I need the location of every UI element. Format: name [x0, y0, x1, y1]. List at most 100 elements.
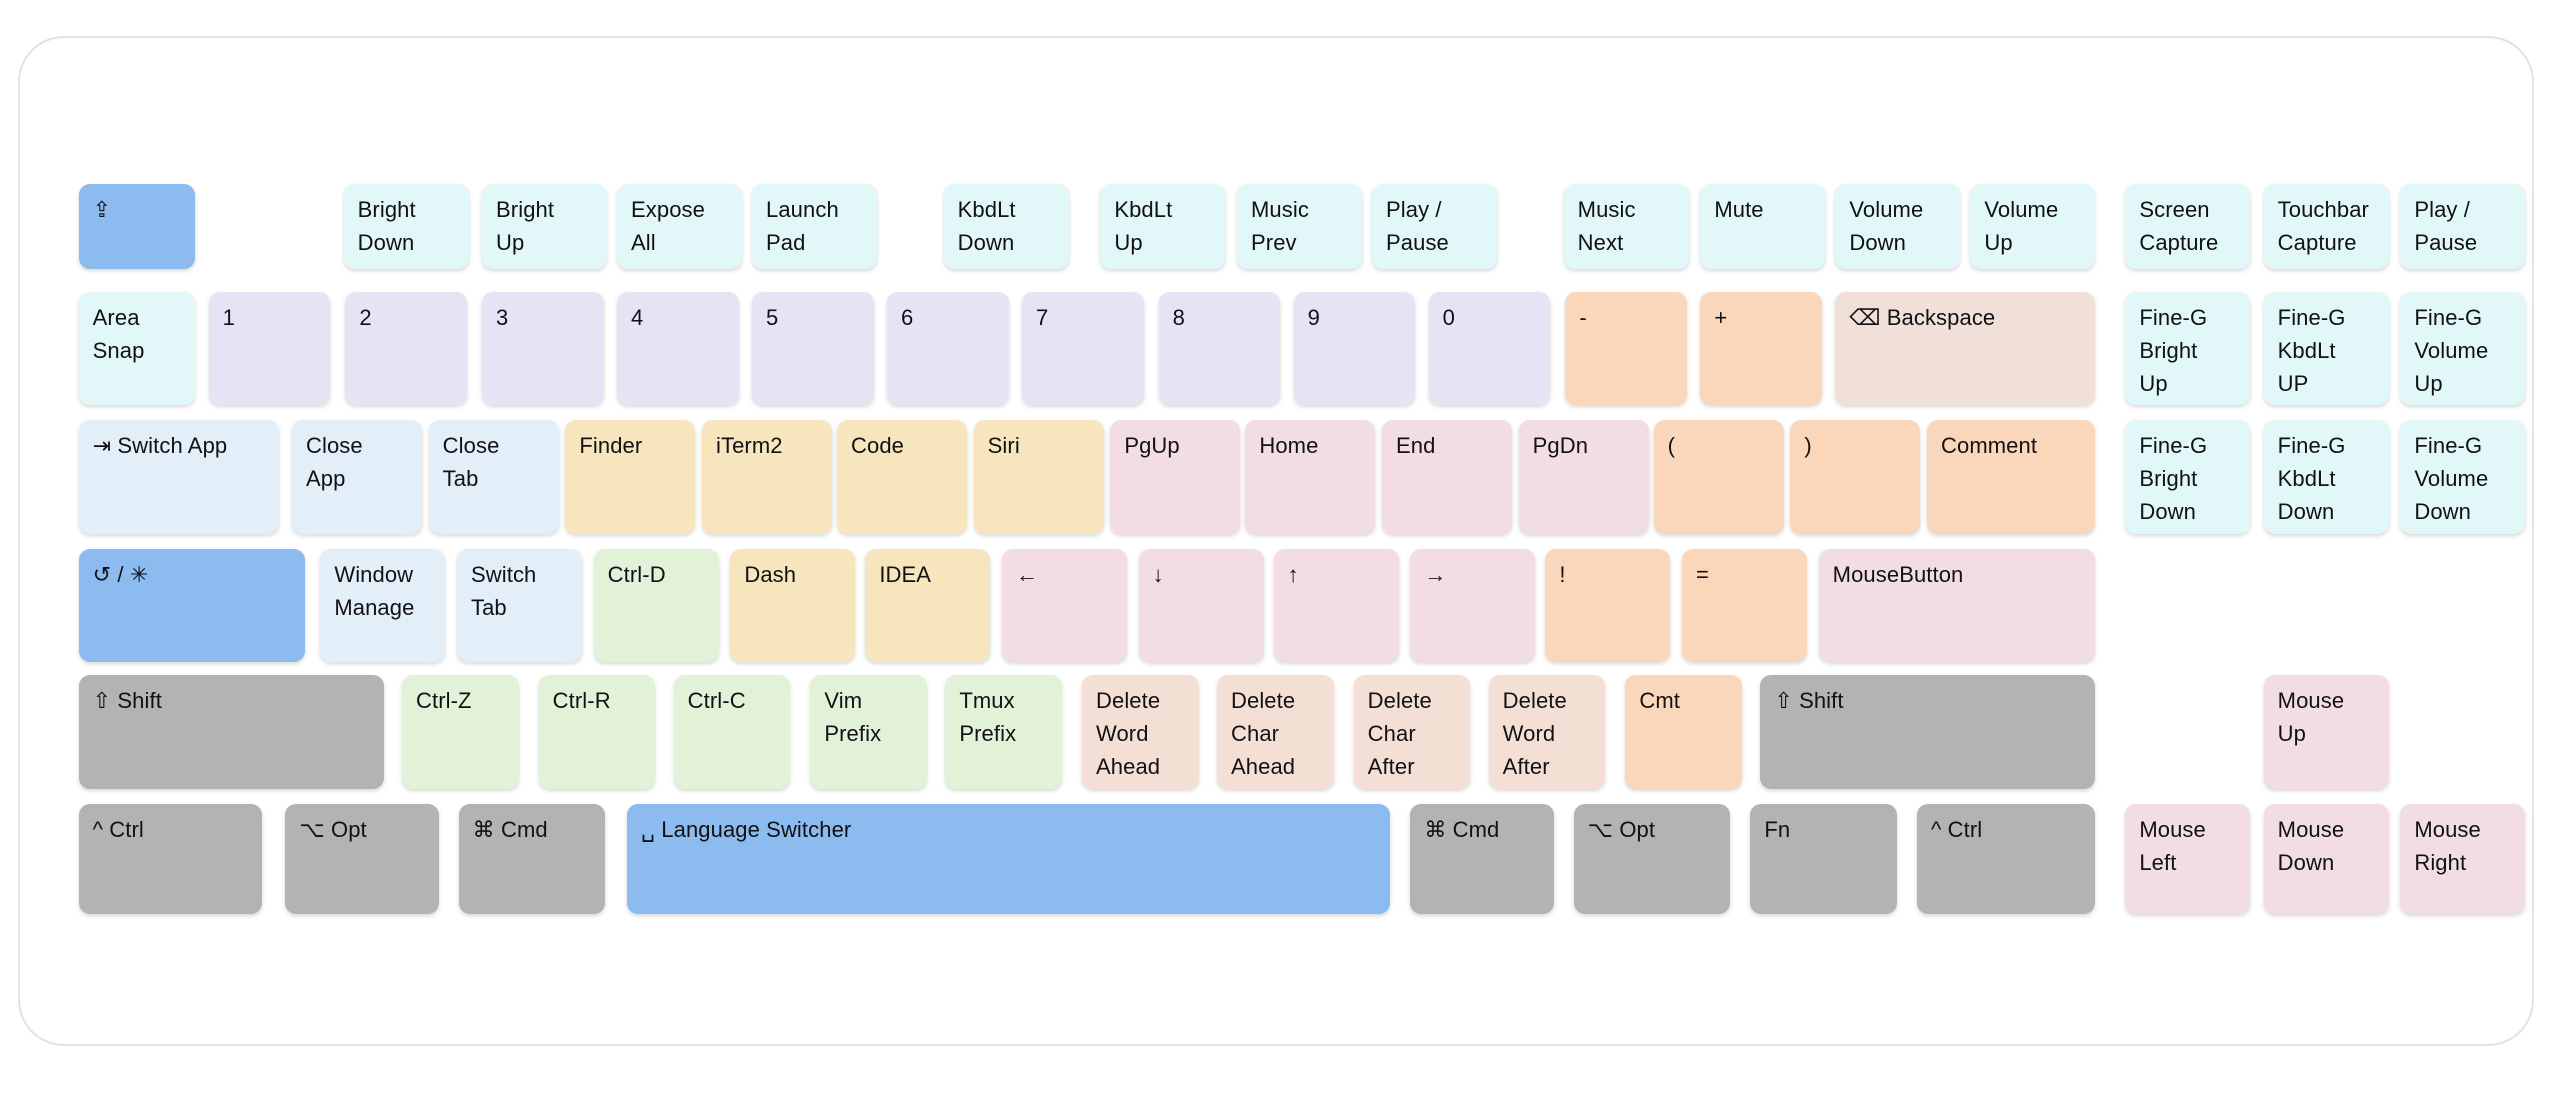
key-label: End — [1396, 433, 1436, 459]
key-ctrl-d[interactable]: Ctrl-D — [593, 548, 719, 662]
key-close-tab[interactable]: Close Tab — [428, 420, 559, 534]
key-area-snap[interactable]: Area Snap — [78, 292, 196, 406]
key-delete-word-ahead[interactable]: Delete Word Ahead — [1082, 675, 1199, 789]
key-mouse-up[interactable]: Mouse Up — [2263, 675, 2389, 789]
key-9[interactable]: 9 — [1293, 292, 1416, 406]
key-cmt[interactable]: Cmt — [1625, 675, 1742, 789]
key-label: ⇪ — [92, 196, 112, 222]
key-volume-up[interactable]: Volume Up — [1970, 183, 2096, 269]
key-play-pause-right[interactable]: Play / Pause — [2400, 183, 2526, 269]
key-label: Play / Pause — [2414, 196, 2478, 255]
key-label: ⌥ Opt — [1587, 816, 1656, 842]
key-delete-char-ahead[interactable]: Delete Char Ahead — [1217, 675, 1334, 789]
key-fn[interactable]: Fn — [1750, 803, 1897, 914]
key-end[interactable]: End — [1382, 420, 1512, 534]
key-shift-right[interactable]: ⇧ Shift — [1760, 675, 2096, 789]
key-mute[interactable]: Mute — [1700, 183, 1826, 269]
key-iterm2[interactable]: iTerm2 — [702, 420, 832, 534]
key-mouse-right[interactable]: Mouse Right — [2400, 803, 2526, 914]
key-siri[interactable]: Siri — [973, 420, 1104, 534]
key-delete-word-after[interactable]: Delete Word After — [1488, 675, 1606, 789]
key-opt-left[interactable]: ⌥ Opt — [285, 803, 439, 914]
key-volume-down[interactable]: Volume Down — [1835, 183, 1961, 269]
key-mouse-left[interactable]: Mouse Left — [2125, 803, 2251, 914]
key-4[interactable]: 4 — [617, 292, 739, 406]
key-ctrl-z[interactable]: Ctrl-Z — [402, 675, 519, 789]
key-shift-left[interactable]: ⇧ Shift — [78, 675, 384, 789]
key-equals[interactable]: = — [1682, 548, 1807, 662]
key-tmux-prefix[interactable]: Tmux Prefix — [945, 675, 1062, 789]
key-2[interactable]: 2 — [345, 292, 467, 406]
key-touchbar-capture[interactable]: Touchbar Capture — [2263, 183, 2389, 269]
key-paren-open[interactable]: ( — [1653, 420, 1784, 534]
key-close-app[interactable]: Close App — [292, 420, 422, 534]
key-ctrl-right[interactable]: ^ Ctrl — [1917, 803, 2096, 914]
key-label: IDEA — [879, 561, 932, 587]
key-fine-g-bright-down[interactable]: Fine-G Bright Down — [2125, 420, 2251, 534]
key-cmd-right[interactable]: ⌘ Cmd — [1410, 803, 1554, 914]
key-arrow-right[interactable]: → — [1410, 548, 1536, 662]
key-finder[interactable]: Finder — [565, 420, 696, 534]
key-switch-tab[interactable]: Switch Tab — [457, 548, 582, 662]
key-code[interactable]: Code — [837, 420, 967, 534]
key-1[interactable]: 1 — [208, 292, 331, 406]
key-kbdlt-down[interactable]: KbdLt Down — [943, 183, 1069, 269]
key-screen-capture[interactable]: Screen Capture — [2125, 183, 2251, 269]
key-music-next[interactable]: Music Next — [1563, 183, 1689, 269]
key-bright-up[interactable]: Bright Up — [482, 183, 607, 269]
key-3[interactable]: 3 — [482, 292, 604, 406]
key-caps-lock[interactable]: ⇪ — [78, 183, 196, 269]
key-arrow-left[interactable]: ← — [1002, 548, 1127, 662]
key-label: Delete Char Ahead — [1231, 688, 1296, 780]
key-5[interactable]: 5 — [752, 292, 874, 406]
key-idea[interactable]: IDEA — [865, 548, 991, 662]
key-kbdlt-up[interactable]: KbdLt Up — [1100, 183, 1226, 269]
key-fine-g-volume-down[interactable]: Fine-G Volume Down — [2400, 420, 2526, 534]
key-label: ) — [1804, 433, 1812, 459]
key-backspace[interactable]: ⌫ Backspace — [1835, 292, 2096, 406]
key-ctrl-r[interactable]: Ctrl-R — [538, 675, 656, 789]
key-opt-right[interactable]: ⌥ Opt — [1573, 803, 1731, 914]
key-plus[interactable]: + — [1700, 292, 1822, 406]
key-fine-g-kbdlt-up[interactable]: Fine-G KbdLt UP — [2263, 292, 2389, 406]
key-bright-down[interactable]: Bright Down — [343, 183, 469, 269]
key-music-prev[interactable]: Music Prev — [1237, 183, 1362, 269]
key-label: Fine-G KbdLt Down — [2277, 433, 2346, 525]
key-exclamation[interactable]: ! — [1545, 548, 1671, 662]
key-pgdn[interactable]: PgDn — [1518, 420, 1649, 534]
key-label: ⌥ Opt — [299, 816, 367, 842]
key-dash[interactable]: Dash — [730, 548, 856, 662]
key-7[interactable]: 7 — [1022, 292, 1144, 406]
key-delete-char-after[interactable]: Delete Char After — [1353, 675, 1471, 789]
key-cmd-left[interactable]: ⌘ Cmd — [458, 803, 606, 914]
key-label: ← — [1016, 561, 1039, 587]
key-launch-pad[interactable]: Launch Pad — [752, 183, 877, 269]
key-play-pause-f8[interactable]: Play / Pause — [1372, 183, 1497, 269]
key-mouse-button[interactable]: MouseButton — [1818, 548, 2096, 662]
key-ctrl-c[interactable]: Ctrl-C — [673, 675, 791, 789]
key-arrow-down[interactable]: ↓ — [1138, 548, 1264, 662]
key-switch-app[interactable]: ⇥ Switch App — [78, 420, 279, 534]
key-label: Fine-G Volume Down — [2414, 433, 2489, 525]
key-pgup[interactable]: PgUp — [1110, 420, 1241, 534]
key-minus[interactable]: - — [1565, 292, 1687, 406]
key-comment[interactable]: Comment — [1927, 420, 2096, 534]
key-fine-g-kbdlt-down[interactable]: Fine-G KbdLt Down — [2263, 420, 2389, 534]
key-paren-close[interactable]: ) — [1790, 420, 1921, 534]
key-label: ! — [1559, 561, 1566, 587]
key-arrow-up[interactable]: ↑ — [1273, 548, 1399, 662]
key-home[interactable]: Home — [1245, 420, 1376, 534]
key-reload-star[interactable]: ↺ / ✳ — [78, 548, 306, 662]
key-fine-g-bright-up[interactable]: Fine-G Bright Up — [2125, 292, 2251, 406]
key-language-switcher[interactable]: ␣ Language Switcher — [627, 803, 1391, 914]
key-ctrl-left[interactable]: ^ Ctrl — [78, 803, 262, 914]
key-label: Touchbar Capture — [2277, 196, 2369, 255]
key-fine-g-volume-up[interactable]: Fine-G Volume Up — [2400, 292, 2526, 406]
key-expose-all[interactable]: Expose All — [617, 183, 742, 269]
key-6[interactable]: 6 — [887, 292, 1009, 406]
key-0[interactable]: 0 — [1428, 292, 1551, 406]
key-mouse-down[interactable]: Mouse Down — [2263, 803, 2389, 914]
key-8[interactable]: 8 — [1158, 292, 1281, 406]
key-vim-prefix[interactable]: Vim Prefix — [810, 675, 927, 789]
key-window-manage[interactable]: Window Manage — [320, 548, 446, 662]
